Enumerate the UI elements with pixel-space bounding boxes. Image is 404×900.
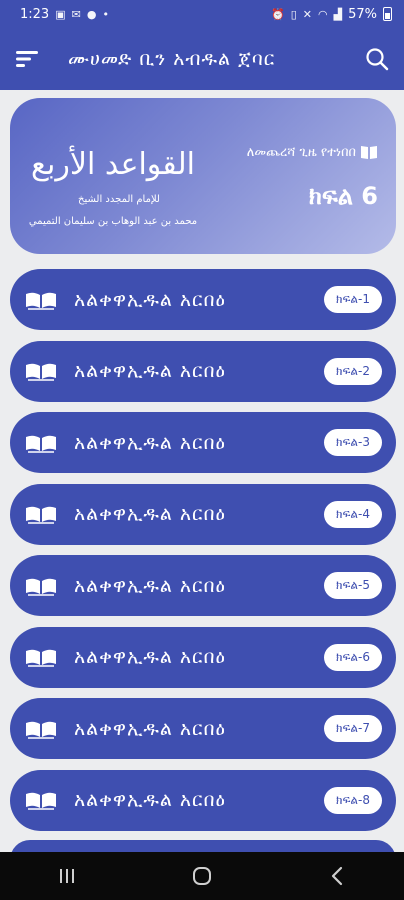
system-nav-bar xyxy=(0,852,404,900)
wifi-icon: ◠ xyxy=(318,7,328,21)
lesson-title: አልቀዋኢዱል አርበዕ xyxy=(74,789,226,811)
back-button[interactable] xyxy=(307,852,367,900)
lesson-title: አልቀዋኢዱል አርበዕ xyxy=(74,717,226,740)
book-icon xyxy=(26,363,56,381)
lesson-title: አልቀዋኢዱል አርበዕ xyxy=(74,646,226,668)
lesson-item[interactable]: አልቀዋኢዱል አርበዕ ክፍል-3 xyxy=(10,412,396,473)
github-notification-icon: ● xyxy=(86,7,97,21)
status-time: 1:23 xyxy=(20,6,50,22)
part-badge: ክፍል-7 xyxy=(324,715,382,742)
lesson-item[interactable]: አልቀዋኢዱል አርበዕ ክፍል-6 xyxy=(10,626,396,688)
battery-icon xyxy=(383,7,392,21)
menu-button[interactable] xyxy=(0,28,54,90)
recents-button[interactable] xyxy=(37,852,97,900)
part-badge: ክፍል-3 xyxy=(324,429,382,456)
lesson-item[interactable]: አልቀዋኢዱል አርበዕ ክፍል-2 xyxy=(10,340,396,402)
calligraphy-title-image: القواعد الأربع للإمام المجدد الشيخ محمد … xyxy=(24,116,202,242)
recents-icon xyxy=(60,869,75,883)
status-right: ⏰ ▯ ✕ ◠ ▟ 57% xyxy=(271,7,392,22)
image-notification-icon: ▣ xyxy=(55,7,66,21)
part-badge: ክፍል-5 xyxy=(324,572,382,599)
lesson-item[interactable]: አልቀዋኢዱል አርበዕ ክፍል-7 xyxy=(10,698,396,759)
part-badge: ክፍል-1 xyxy=(324,286,382,313)
book-icon xyxy=(26,292,56,310)
lesson-item[interactable]: አልቀዋኢዱል አርበዕ ክፍል-1 xyxy=(10,269,396,330)
lesson-title: አልቀዋኢዱል አርበዕ xyxy=(74,360,226,382)
part-badge: ክፍል-8 xyxy=(324,786,382,814)
vibrate-icon: ▯ xyxy=(290,7,297,21)
email-notification-icon: ✉ xyxy=(71,7,81,21)
lesson-list: አልቀዋኢዱል አርበዕ ክፍል-1 አልቀዋኢዱል አርበዕ ክፍል-2 አል… xyxy=(10,269,396,841)
mute-icon: ✕ xyxy=(302,7,313,21)
book-icon xyxy=(26,506,56,524)
signal-icon: ▟ xyxy=(333,7,343,21)
back-icon xyxy=(331,866,342,886)
status-left: 1:23 ▣ ✉ ● • xyxy=(20,7,109,22)
book-icon xyxy=(26,792,56,810)
last-read-part: ክፍል 6 xyxy=(308,182,378,210)
book-icon xyxy=(26,435,56,453)
home-icon xyxy=(192,867,211,885)
page-title: ሙሀመድ ቢን አብዱል ጀባር xyxy=(68,48,276,70)
book-icon xyxy=(26,721,56,739)
part-badge: ክፍል-6 xyxy=(324,643,382,671)
more-dot-icon: • xyxy=(102,7,109,21)
banner-subtitle: ለመጨረሻ ጊዜ የተነበበ xyxy=(247,144,378,160)
lesson-item[interactable]: አልቀዋኢዱል አርበዕ ክፍል-5 xyxy=(10,555,396,616)
home-button[interactable] xyxy=(172,852,232,900)
svg-text:محمد بن عبد الوهاب بن سليمان ا: محمد بن عبد الوهاب بن سليمان التميمي xyxy=(29,216,197,227)
last-read-banner[interactable]: القواعد الأربع للإمام المجدد الشيخ محمد … xyxy=(10,98,396,254)
lesson-title: አልቀዋኢዱል አርበዕ xyxy=(74,288,226,311)
alarm-icon: ⏰ xyxy=(271,7,285,21)
svg-text:القواعد الأربع: القواعد الأربع xyxy=(31,144,195,182)
lesson-item[interactable]: አልቀዋኢዱል አርበዕ ክፍል-4 xyxy=(10,483,396,545)
last-read-label: ለመጨረሻ ጊዜ የተነበበ xyxy=(246,144,356,160)
part-badge: ክፍል-4 xyxy=(324,500,382,528)
open-book-icon xyxy=(361,146,377,159)
battery-percent: 57% xyxy=(348,6,377,22)
search-button[interactable] xyxy=(350,28,404,90)
banner-info: ለመጨረሻ ጊዜ የተነበበ ክፍል 6 xyxy=(247,144,378,211)
book-icon xyxy=(26,649,56,667)
menu-sort-icon xyxy=(16,51,38,67)
lesson-title: አልቀዋኢዱል አርበዕ xyxy=(74,574,226,597)
app-bar: ሙሀመድ ቢን አብዱል ጀባር xyxy=(0,28,404,90)
lesson-title: አልቀዋኢዱል አርበዕ xyxy=(74,431,226,454)
book-icon xyxy=(26,578,56,596)
svg-text:للإمام المجدد الشيخ: للإمام المجدد الشيخ xyxy=(78,194,160,205)
lesson-title: አልቀዋኢዱል አርበዕ xyxy=(74,503,226,525)
search-icon xyxy=(366,48,389,71)
status-bar: 1:23 ▣ ✉ ● • ⏰ ▯ ✕ ◠ ▟ 57% xyxy=(0,0,404,28)
part-badge: ክፍል-2 xyxy=(324,357,382,385)
lesson-item[interactable]: አልቀዋኢዱል አርበዕ ክፍል-8 xyxy=(10,769,396,831)
